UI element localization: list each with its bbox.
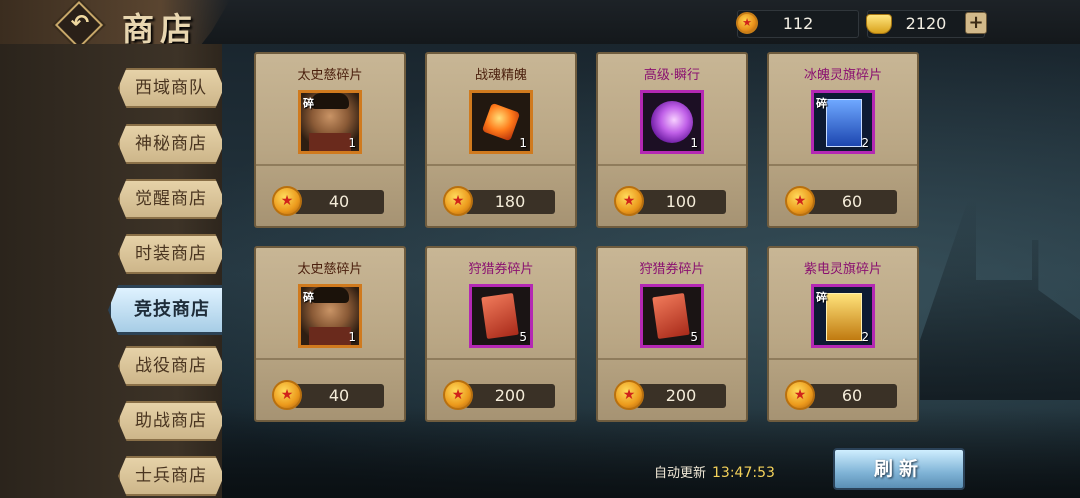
item-quantity: 2 [861, 330, 869, 344]
shop-item-card[interactable]: 战魂精魄 1 180 [425, 52, 577, 228]
item-name: 狩猎券碎片 [468, 262, 534, 277]
item-name: 战魂精魄 [474, 68, 527, 83]
back-arrow-icon[interactable]: ↶ [66, 10, 94, 38]
card-divider [769, 164, 917, 166]
currency-coin-value: 112 [782, 14, 814, 33]
card-divider [598, 358, 746, 360]
item-slot[interactable]: 碎 2 [811, 284, 875, 348]
shop-item-card[interactable]: 冰魄灵旗碎片 碎 2 60 [767, 52, 919, 228]
sidebar-item-shenmi[interactable]: 神秘商店 [118, 124, 222, 164]
sidebar-item-xiyu[interactable]: 西域商队 [118, 68, 222, 108]
gold-coin-icon [736, 12, 758, 34]
sidebar-item-jingji[interactable]: 竞技商店 [108, 285, 222, 335]
auto-refresh-info: 自动更新 13:47:53 [654, 462, 775, 481]
price-coin-icon [272, 186, 302, 216]
card-divider [598, 164, 746, 166]
item-price: 60 [807, 190, 897, 214]
item-name: 狩猎券碎片 [639, 262, 705, 277]
price-coin-icon [443, 380, 473, 410]
card-divider [769, 358, 917, 360]
price-coin-icon [785, 380, 815, 410]
shop-item-card[interactable]: 狩猎券碎片 5 200 [596, 246, 748, 422]
item-quantity: 2 [861, 136, 869, 150]
card-divider [427, 358, 575, 360]
item-slot[interactable]: 碎 1 [298, 284, 362, 348]
item-slot[interactable]: 5 [640, 284, 704, 348]
item-price: 100 [636, 190, 726, 214]
add-currency-button[interactable]: + [965, 12, 987, 34]
sidebar-item-zhanyi[interactable]: 战役商店 [118, 346, 222, 386]
card-divider [256, 358, 404, 360]
item-quantity: 1 [348, 330, 356, 344]
card-divider [427, 164, 575, 166]
currency-ingot-value: 2120 [905, 14, 947, 33]
sidebar-item-juexing[interactable]: 觉醒商店 [118, 179, 222, 219]
item-price: 60 [807, 384, 897, 408]
shop-item-card[interactable]: 太史慈碎片 碎 1 40 [254, 246, 406, 422]
item-price: 180 [465, 190, 555, 214]
item-quantity: 5 [519, 330, 527, 344]
price-coin-icon [443, 186, 473, 216]
shop-item-card[interactable]: 紫电灵旗碎片 碎 2 60 [767, 246, 919, 422]
auto-refresh-label: 自动更新 [654, 466, 707, 481]
item-name: 太史慈碎片 [297, 262, 363, 277]
price-coin-icon [272, 380, 302, 410]
fragment-mark: 碎 [816, 291, 827, 304]
item-price: 40 [294, 384, 384, 408]
card-divider [256, 164, 404, 166]
shop-item-card[interactable]: 高级·瞬行 1 100 [596, 52, 748, 228]
item-name: 冰魄灵旗碎片 [803, 68, 882, 83]
item-slot[interactable]: 1 [469, 90, 533, 154]
item-slot[interactable]: 碎 1 [298, 90, 362, 154]
price-coin-icon [614, 186, 644, 216]
item-quantity: 1 [348, 136, 356, 150]
gold-ingot-icon [866, 14, 892, 34]
refresh-button[interactable]: 刷新 [833, 448, 965, 490]
item-name: 高级·瞬行 [643, 68, 701, 83]
price-coin-icon [785, 186, 815, 216]
item-price: 40 [294, 190, 384, 214]
price-coin-icon [614, 380, 644, 410]
item-quantity: 1 [690, 136, 698, 150]
fragment-mark: 碎 [303, 97, 314, 110]
item-price: 200 [636, 384, 726, 408]
item-slot[interactable]: 5 [469, 284, 533, 348]
auto-refresh-time: 13:47:53 [712, 465, 775, 481]
item-slot[interactable]: 1 [640, 90, 704, 154]
item-name: 紫电灵旗碎片 [803, 262, 882, 277]
item-slot[interactable]: 碎 2 [811, 90, 875, 154]
item-quantity: 1 [519, 136, 527, 150]
sidebar: 西域商队 神秘商店 觉醒商店 时装商店 竞技商店 战役商店 助战商店 士兵商店 [0, 44, 222, 498]
item-quantity: 5 [690, 330, 698, 344]
sidebar-item-shizhuang[interactable]: 时装商店 [118, 234, 222, 274]
fragment-mark: 碎 [816, 97, 827, 110]
shop-item-card[interactable]: 太史慈碎片 碎 1 40 [254, 52, 406, 228]
item-name: 太史慈碎片 [297, 68, 363, 83]
sidebar-item-shibing[interactable]: 士兵商店 [118, 456, 222, 496]
fragment-mark: 碎 [303, 291, 314, 304]
shop-item-card[interactable]: 狩猎券碎片 5 200 [425, 246, 577, 422]
item-price: 200 [465, 384, 555, 408]
sidebar-item-zhuzhan[interactable]: 助战商店 [118, 401, 222, 441]
